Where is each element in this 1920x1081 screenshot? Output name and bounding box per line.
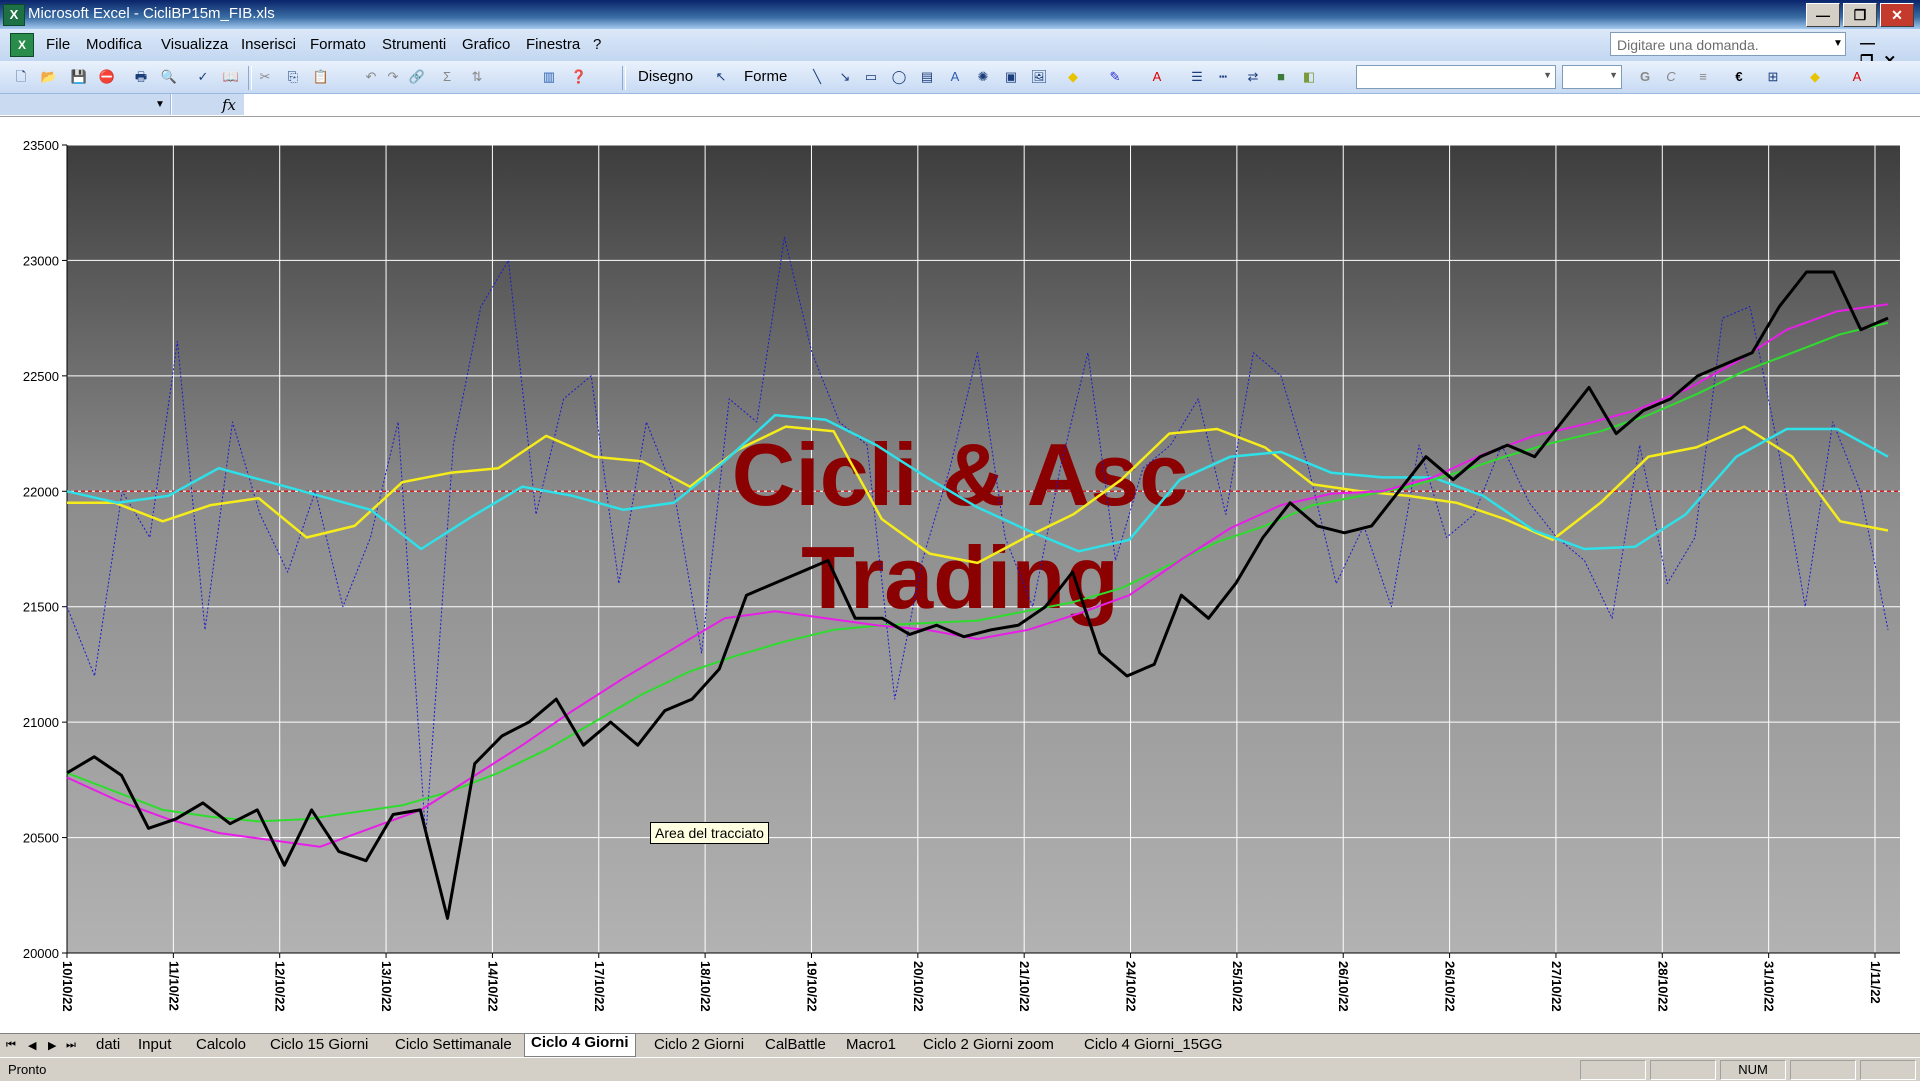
status-cell [1860, 1060, 1916, 1080]
x-tick-label: 18/10/22 [698, 961, 713, 1012]
status-text: Pronto [8, 1062, 47, 1077]
x-tick-label: 10/10/22 [60, 961, 75, 1012]
sheet-tab-ciclo-2-giorni-zoom[interactable]: Ciclo 2 Giorni zoom [917, 1036, 1060, 1056]
y-tick-label: 23000 [23, 253, 59, 268]
status-cell [1580, 1060, 1646, 1080]
x-tick-label: 19/10/22 [804, 961, 819, 1012]
sheet-tab-calcolo[interactable]: Calcolo [190, 1036, 252, 1056]
tooltip: Area del tracciato [650, 822, 769, 844]
y-tick-label: 20500 [23, 831, 59, 846]
x-tick-label: 27/10/22 [1549, 961, 1564, 1012]
x-tick-label: 13/10/22 [379, 961, 394, 1012]
x-tick-label: 31/10/22 [1762, 961, 1777, 1012]
x-tick-label: 1/11/22 [1868, 961, 1883, 1004]
x-tick-label: 17/10/22 [592, 961, 607, 1012]
y-tick-label: 23500 [23, 138, 59, 153]
sheet-tabs-bar: ⏮ ◀ ▶ ⏭ dati Input Calcolo Ciclo 15 Gior… [0, 1033, 1920, 1058]
x-tick-label: 11/10/22 [166, 961, 181, 1011]
y-tick-label: 22500 [23, 369, 59, 384]
x-tick-label: 26/10/22 [1336, 961, 1351, 1012]
num-lock-indicator: NUM [1720, 1060, 1786, 1080]
status-cell [1790, 1060, 1856, 1080]
y-tick-label: 21000 [23, 715, 59, 730]
x-tick-label: 14/10/22 [485, 961, 500, 1012]
sheet-tab-macro1[interactable]: Macro1 [840, 1036, 902, 1056]
status-bar: Pronto NUM [0, 1057, 1920, 1081]
y-tick-label: 20000 [23, 946, 59, 961]
next-sheet-icon[interactable]: ▶ [48, 1039, 56, 1052]
x-tick-label: 25/10/22 [1230, 961, 1245, 1012]
sheet-tab-calbattle[interactable]: CalBattle [759, 1036, 832, 1056]
x-tick-label: 21/10/22 [1017, 961, 1032, 1012]
y-tick-label: 22000 [23, 484, 59, 499]
x-tick-label: 24/10/22 [1124, 961, 1139, 1012]
watermark-line-1: Cicli & Asc [732, 425, 1188, 524]
x-tick-label: 26/10/22 [1443, 961, 1458, 1012]
first-sheet-icon[interactable]: ⏮ [6, 1039, 16, 1052]
sheet-tab-ciclo-2-giorni[interactable]: Ciclo 2 Giorni [648, 1036, 750, 1056]
sheet-tab-dati[interactable]: dati [90, 1036, 126, 1056]
sheet-tab-ciclo-4-giorni-15gg[interactable]: Ciclo 4 Giorni_15GG [1078, 1036, 1228, 1056]
x-tick-label: 12/10/22 [273, 961, 288, 1012]
sheet-tab-input[interactable]: Input [132, 1036, 177, 1056]
x-tick-label: 28/10/22 [1655, 961, 1670, 1012]
y-tick-label: 21500 [23, 600, 59, 615]
status-cell [1650, 1060, 1716, 1080]
prev-sheet-icon[interactable]: ◀ [28, 1039, 36, 1052]
watermark-line-2: Trading [801, 528, 1119, 627]
sheet-tab-ciclo-15-giorni[interactable]: Ciclo 15 Giorni [264, 1036, 374, 1056]
last-sheet-icon[interactable]: ⏭ [66, 1039, 76, 1052]
sheet-tab-ciclo-4-giorni[interactable]: Ciclo 4 Giorni [524, 1034, 636, 1057]
line-chart[interactable]: 20000 20500 21000 21500 22000 22500 23000 23500… [0, 0, 1920, 1033]
sheet-tab-ciclo-settimanale[interactable]: Ciclo Settimanale [389, 1036, 518, 1056]
x-tick-label: 20/10/22 [911, 961, 926, 1012]
